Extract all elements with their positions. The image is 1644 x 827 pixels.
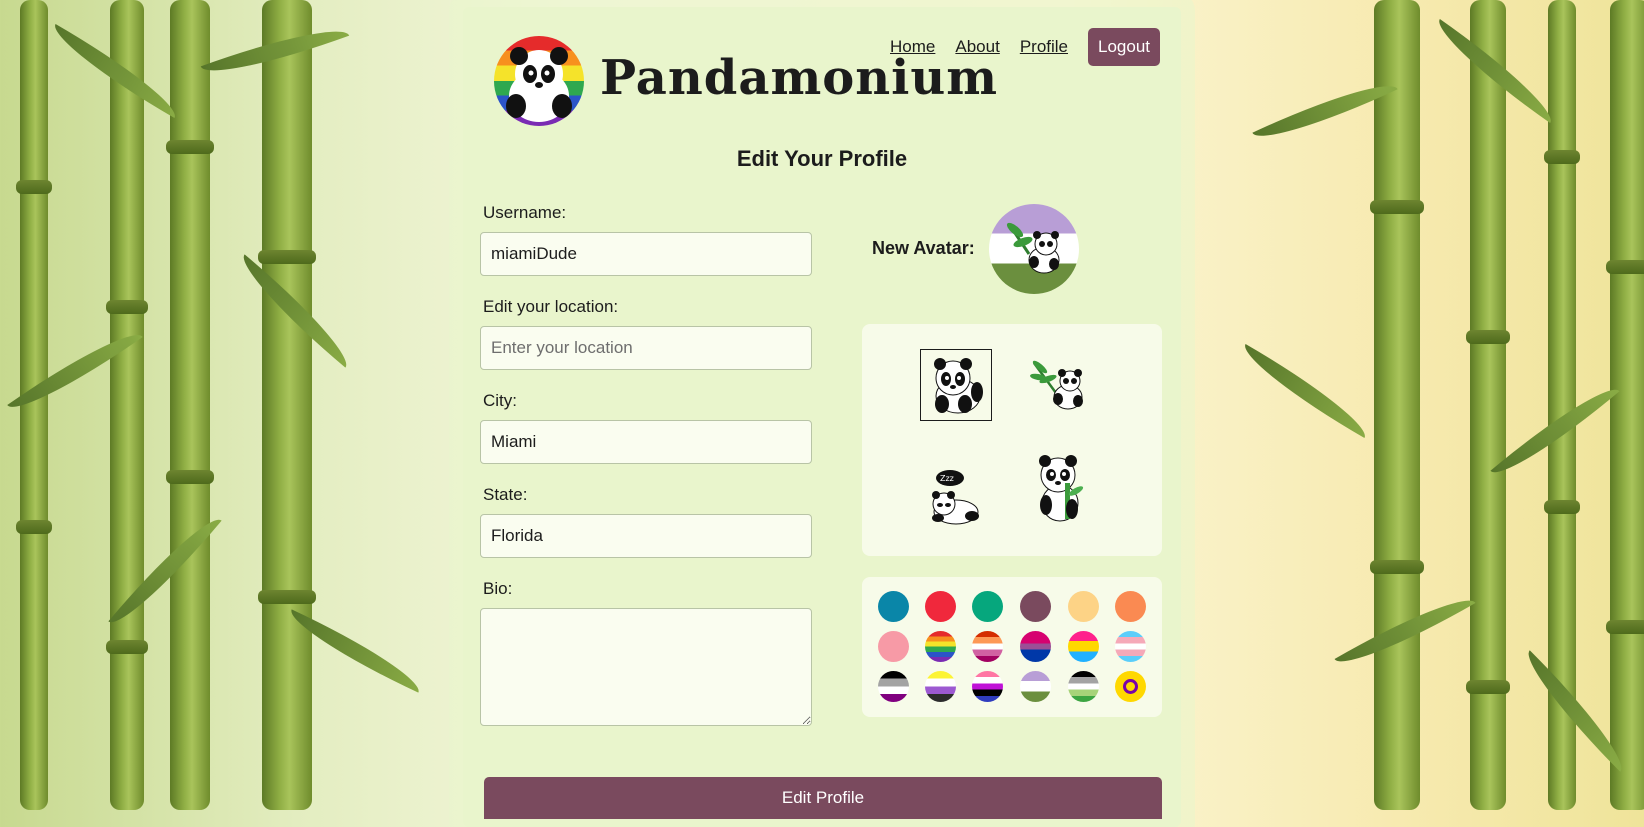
- location-input[interactable]: [480, 326, 812, 370]
- edit-profile-button[interactable]: Edit Profile: [484, 777, 1162, 819]
- color-swatch-yellow[interactable]: [1068, 591, 1099, 622]
- city-label: City:: [483, 391, 517, 410]
- aromantic-flag-swatch[interactable]: [1068, 671, 1099, 702]
- bio-textarea[interactable]: [480, 608, 812, 726]
- color-swatch-red[interactable]: [925, 591, 956, 622]
- nav-home-link[interactable]: Home: [890, 37, 935, 57]
- page-title: Edit Your Profile: [736, 146, 908, 171]
- new-avatar-label: New Avatar:: [872, 238, 975, 258]
- color-swatch-green[interactable]: [972, 591, 1003, 622]
- transgender-flag-swatch[interactable]: [1115, 631, 1146, 662]
- intersex-ring-icon: [1123, 679, 1138, 694]
- color-swatch-pink[interactable]: [878, 631, 909, 662]
- panda-eating-icon: [1039, 455, 1084, 522]
- avatar-options-panel: Zzz: [862, 324, 1162, 556]
- state-label: State:: [483, 485, 528, 504]
- avatar-option-eating[interactable]: [1025, 454, 1095, 524]
- location-label: Edit your location:: [483, 297, 619, 316]
- intersex-flag-swatch[interactable]: [1115, 671, 1146, 702]
- nav-profile-link[interactable]: Profile: [1020, 37, 1068, 57]
- panda-sitting-icon: [934, 358, 983, 414]
- nav-about-link[interactable]: About: [955, 37, 999, 57]
- panda-sleeping-icon: Zzz: [932, 470, 979, 525]
- color-options-panel: [862, 577, 1162, 717]
- state-input[interactable]: [480, 514, 812, 558]
- svg-text:Zzz: Zzz: [940, 474, 954, 483]
- agender-flag-swatch[interactable]: [1020, 671, 1051, 702]
- pandamonium-logo[interactable]: [494, 36, 584, 126]
- color-swatch-teal[interactable]: [878, 591, 909, 622]
- city-input[interactable]: [480, 420, 812, 464]
- top-nav: Home About Profile Logout: [890, 28, 1160, 66]
- pansexual-flag-swatch[interactable]: [1068, 631, 1099, 662]
- panda-bamboo-icon: [1006, 222, 1060, 274]
- panda-bamboo-icon: [1030, 360, 1083, 410]
- panda-logo-icon: [506, 47, 572, 122]
- bio-label: Bio:: [483, 579, 513, 598]
- asexual-flag-swatch[interactable]: [878, 671, 909, 702]
- bisexual-flag-swatch[interactable]: [1020, 631, 1051, 662]
- avatar-option-bamboo[interactable]: [1025, 349, 1095, 419]
- color-swatch-orange[interactable]: [1115, 591, 1146, 622]
- nonbinary-flag-swatch[interactable]: [925, 671, 956, 702]
- username-input[interactable]: [480, 232, 812, 276]
- color-swatch-plum[interactable]: [1020, 591, 1051, 622]
- lesbian-flag-swatch[interactable]: [972, 631, 1003, 662]
- new-avatar-preview: [989, 204, 1079, 294]
- genderfluid-flag-swatch[interactable]: [972, 671, 1003, 702]
- logout-button[interactable]: Logout: [1088, 28, 1160, 66]
- avatar-option-sleeping[interactable]: Zzz: [920, 462, 990, 532]
- rainbow-flag-swatch[interactable]: [925, 631, 956, 662]
- username-label: Username:: [483, 203, 567, 222]
- avatar-option-sitting[interactable]: [920, 349, 992, 421]
